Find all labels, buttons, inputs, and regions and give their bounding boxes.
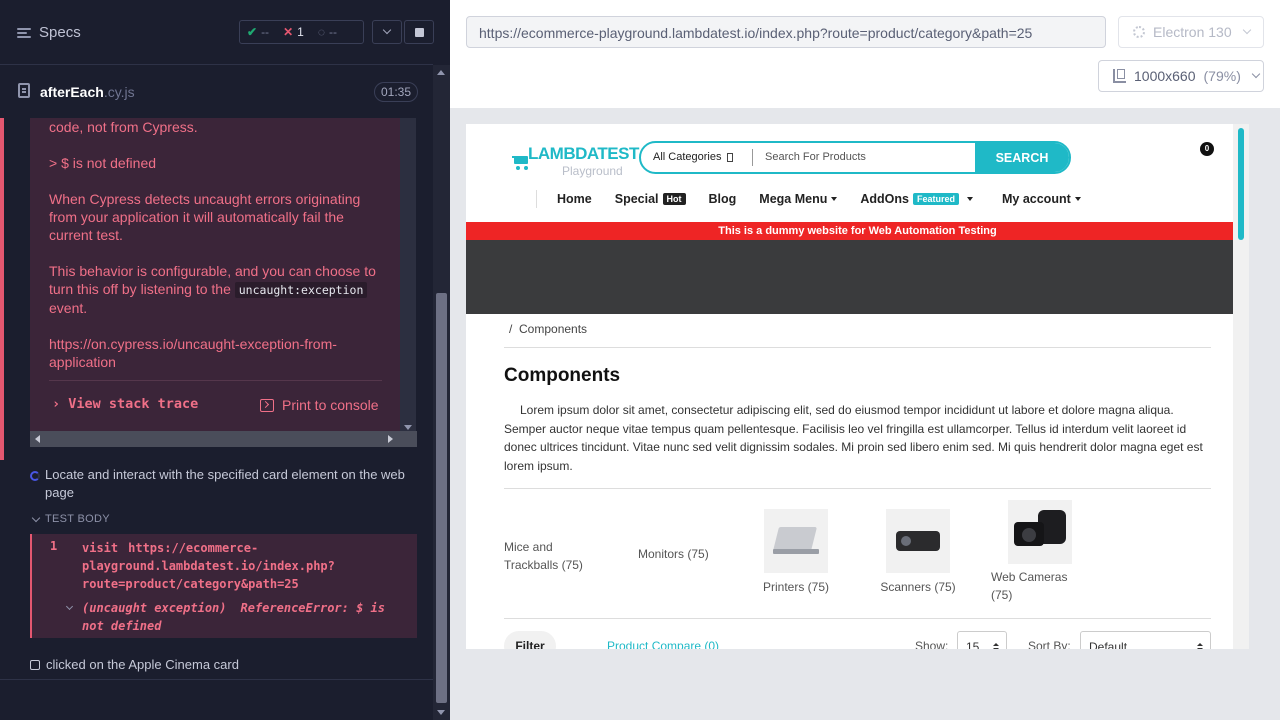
terminal-icon	[260, 398, 274, 412]
chevron-down-icon	[31, 513, 41, 522]
error-panel: code, not from Cypress. > $ is not defin…	[0, 118, 417, 460]
nav-mega-menu[interactable]: Mega Menu	[759, 192, 838, 206]
pending-test-icon	[30, 659, 40, 670]
sort-select[interactable]: Default	[1080, 631, 1211, 649]
cart-count-badge[interactable]: 0	[1200, 142, 1214, 156]
view-stack-trace-button[interactable]: › View stack trace	[52, 396, 198, 412]
web-cameras-image	[1008, 500, 1072, 564]
main-nav: Home Special Hot Blog Mega Menu AddOns Fea…	[536, 190, 1104, 208]
notice-banner: This is a dummy website for Web Automati…	[466, 222, 1249, 240]
specs-label: Specs	[39, 24, 81, 41]
error-scrollbar-horizontal[interactable]	[30, 431, 417, 447]
url-bar[interactable]: https://ecommerce-playground.lambdatest.…	[466, 16, 1106, 48]
nav-home[interactable]: Home	[557, 192, 592, 206]
check-icon: ✔	[247, 25, 258, 39]
visit-command: visit https://ecommerce-playground.lambda…	[82, 541, 335, 591]
pending-stat: ◌ --	[317, 25, 337, 39]
test-title[interactable]: Locate and interact with the specified c…	[30, 466, 410, 502]
subcategory-list: Mice and Trackballs (75) Monitors (75) P…	[504, 500, 1211, 610]
search-input[interactable]: Search For Products	[765, 151, 866, 163]
command-number: 1	[50, 539, 58, 553]
nav-my-account[interactable]: My account	[1002, 192, 1081, 206]
browser-selector[interactable]: Electron 130	[1118, 16, 1264, 48]
product-compare-link[interactable]: Product Compare (0)	[607, 639, 719, 649]
printers-image	[764, 509, 828, 573]
caret-down-icon	[1074, 197, 1081, 201]
application-frame: LAMBDATEST Playground All Categories Sea…	[466, 124, 1249, 649]
test-title[interactable]: clicked on the Apple Cinema card	[30, 657, 239, 672]
nav-special[interactable]: Special Hot	[615, 192, 686, 206]
error-line: When Cypress detects uncaught errors ori…	[49, 191, 361, 243]
aut-browser-panel: https://ecommerce-playground.lambdatest.…	[450, 0, 1280, 720]
chevron-down-icon	[65, 602, 74, 611]
category-select[interactable]: All Categories	[653, 151, 734, 163]
subcategory-printers[interactable]: Printers (75)	[758, 509, 834, 594]
scanners-image	[886, 509, 950, 573]
error-message: code, not from Cypress. > $ is not defin…	[30, 118, 400, 434]
cross-icon: ✕	[283, 25, 294, 39]
subcategory-web-cameras[interactable]: Web Cameras (75)	[991, 500, 1081, 604]
divider	[0, 679, 433, 680]
hot-badge: Hot	[662, 193, 686, 205]
specs-toggle[interactable]: Specs	[17, 24, 81, 41]
print-to-console-button[interactable]: Print to console	[260, 397, 379, 413]
chevron-down-icon	[1251, 69, 1261, 79]
filter-button[interactable]: Filter	[504, 631, 556, 649]
passed-stat: ✔ --	[247, 25, 270, 39]
ruler-icon	[1113, 69, 1126, 83]
caret-down-icon	[831, 197, 838, 201]
breadcrumb: / Components	[504, 322, 1211, 348]
category-description: Lorem ipsum dolor sit amet, consectetur …	[504, 403, 1203, 473]
test-stats: ✔ -- ✕ 1 ◌ --	[239, 20, 364, 44]
fail-indicator	[0, 118, 4, 460]
stop-button[interactable]	[404, 20, 434, 44]
error-line: > $ is not defined	[49, 155, 157, 171]
runner-scrollbar[interactable]	[433, 65, 450, 720]
stop-icon	[414, 27, 424, 37]
nav-addons[interactable]: AddOns Featured	[860, 192, 973, 206]
runner-header: Specs ✔ -- ✕ 1 ◌ --	[0, 0, 434, 65]
chevron-down-icon	[1242, 25, 1251, 35]
pending-icon: ◌	[317, 25, 325, 39]
breadcrumb-item[interactable]: Components	[519, 322, 587, 336]
cypress-runner-panel: Specs ✔ -- ✕ 1 ◌ -- afterEach.cy.js 01:35 c…	[0, 0, 450, 720]
test-body-toggle[interactable]: TEST BODY	[31, 513, 110, 525]
spec-duration: 01:35	[374, 82, 419, 102]
error-line: code, not from Cypress.	[49, 119, 198, 135]
search-button[interactable]: SEARCH	[975, 143, 1069, 172]
chevron-down-icon	[382, 25, 392, 35]
viewport-info[interactable]: 1000x660 (79%)	[1098, 60, 1264, 92]
nav-blog[interactable]: Blog	[709, 192, 737, 206]
hero-area	[466, 240, 1249, 314]
uncaught-exception[interactable]: (uncaught exception) ReferenceError: $ is…	[65, 599, 412, 635]
running-icon	[30, 471, 40, 481]
dropdown-button[interactable]	[372, 20, 402, 44]
page-title: Components	[504, 365, 621, 386]
featured-badge: Featured	[912, 193, 959, 205]
search-bar: All Categories Search For Products SEARC…	[639, 141, 1071, 174]
event-code: uncaught:exception	[234, 282, 368, 298]
sort-label: Sort By:	[1028, 639, 1071, 649]
docs-link[interactable]: https://on.cypress.io/uncaught-exception…	[49, 335, 389, 371]
browser-icon	[1133, 26, 1145, 38]
command-log-entry[interactable]: 1 visit https://ecommerce-playground.lamb…	[30, 534, 417, 638]
show-label: Show:	[915, 639, 949, 649]
divider	[49, 380, 382, 381]
subcategory-mice[interactable]: Mice and Trackballs (75)	[504, 538, 604, 574]
failed-stat: ✕ 1	[283, 25, 304, 39]
file-icon	[18, 83, 30, 98]
error-line: This behavior is configurable, and you c…	[49, 263, 376, 316]
subcategory-monitors[interactable]: Monitors (75)	[638, 547, 728, 561]
error-scrollbar-vertical[interactable]	[400, 118, 416, 434]
show-select[interactable]: 15	[957, 631, 1007, 649]
menu-icon	[17, 27, 31, 39]
spec-filename[interactable]: afterEach.cy.js	[40, 84, 135, 100]
subcategory-scanners[interactable]: Scanners (75)	[876, 509, 960, 594]
spec-file-bar: afterEach.cy.js 01:35	[0, 66, 433, 118]
caret-down-icon	[966, 197, 973, 201]
browser-toolbar: https://ecommerce-playground.lambdatest.…	[450, 0, 1280, 108]
application-scrollbar[interactable]	[1233, 124, 1249, 649]
